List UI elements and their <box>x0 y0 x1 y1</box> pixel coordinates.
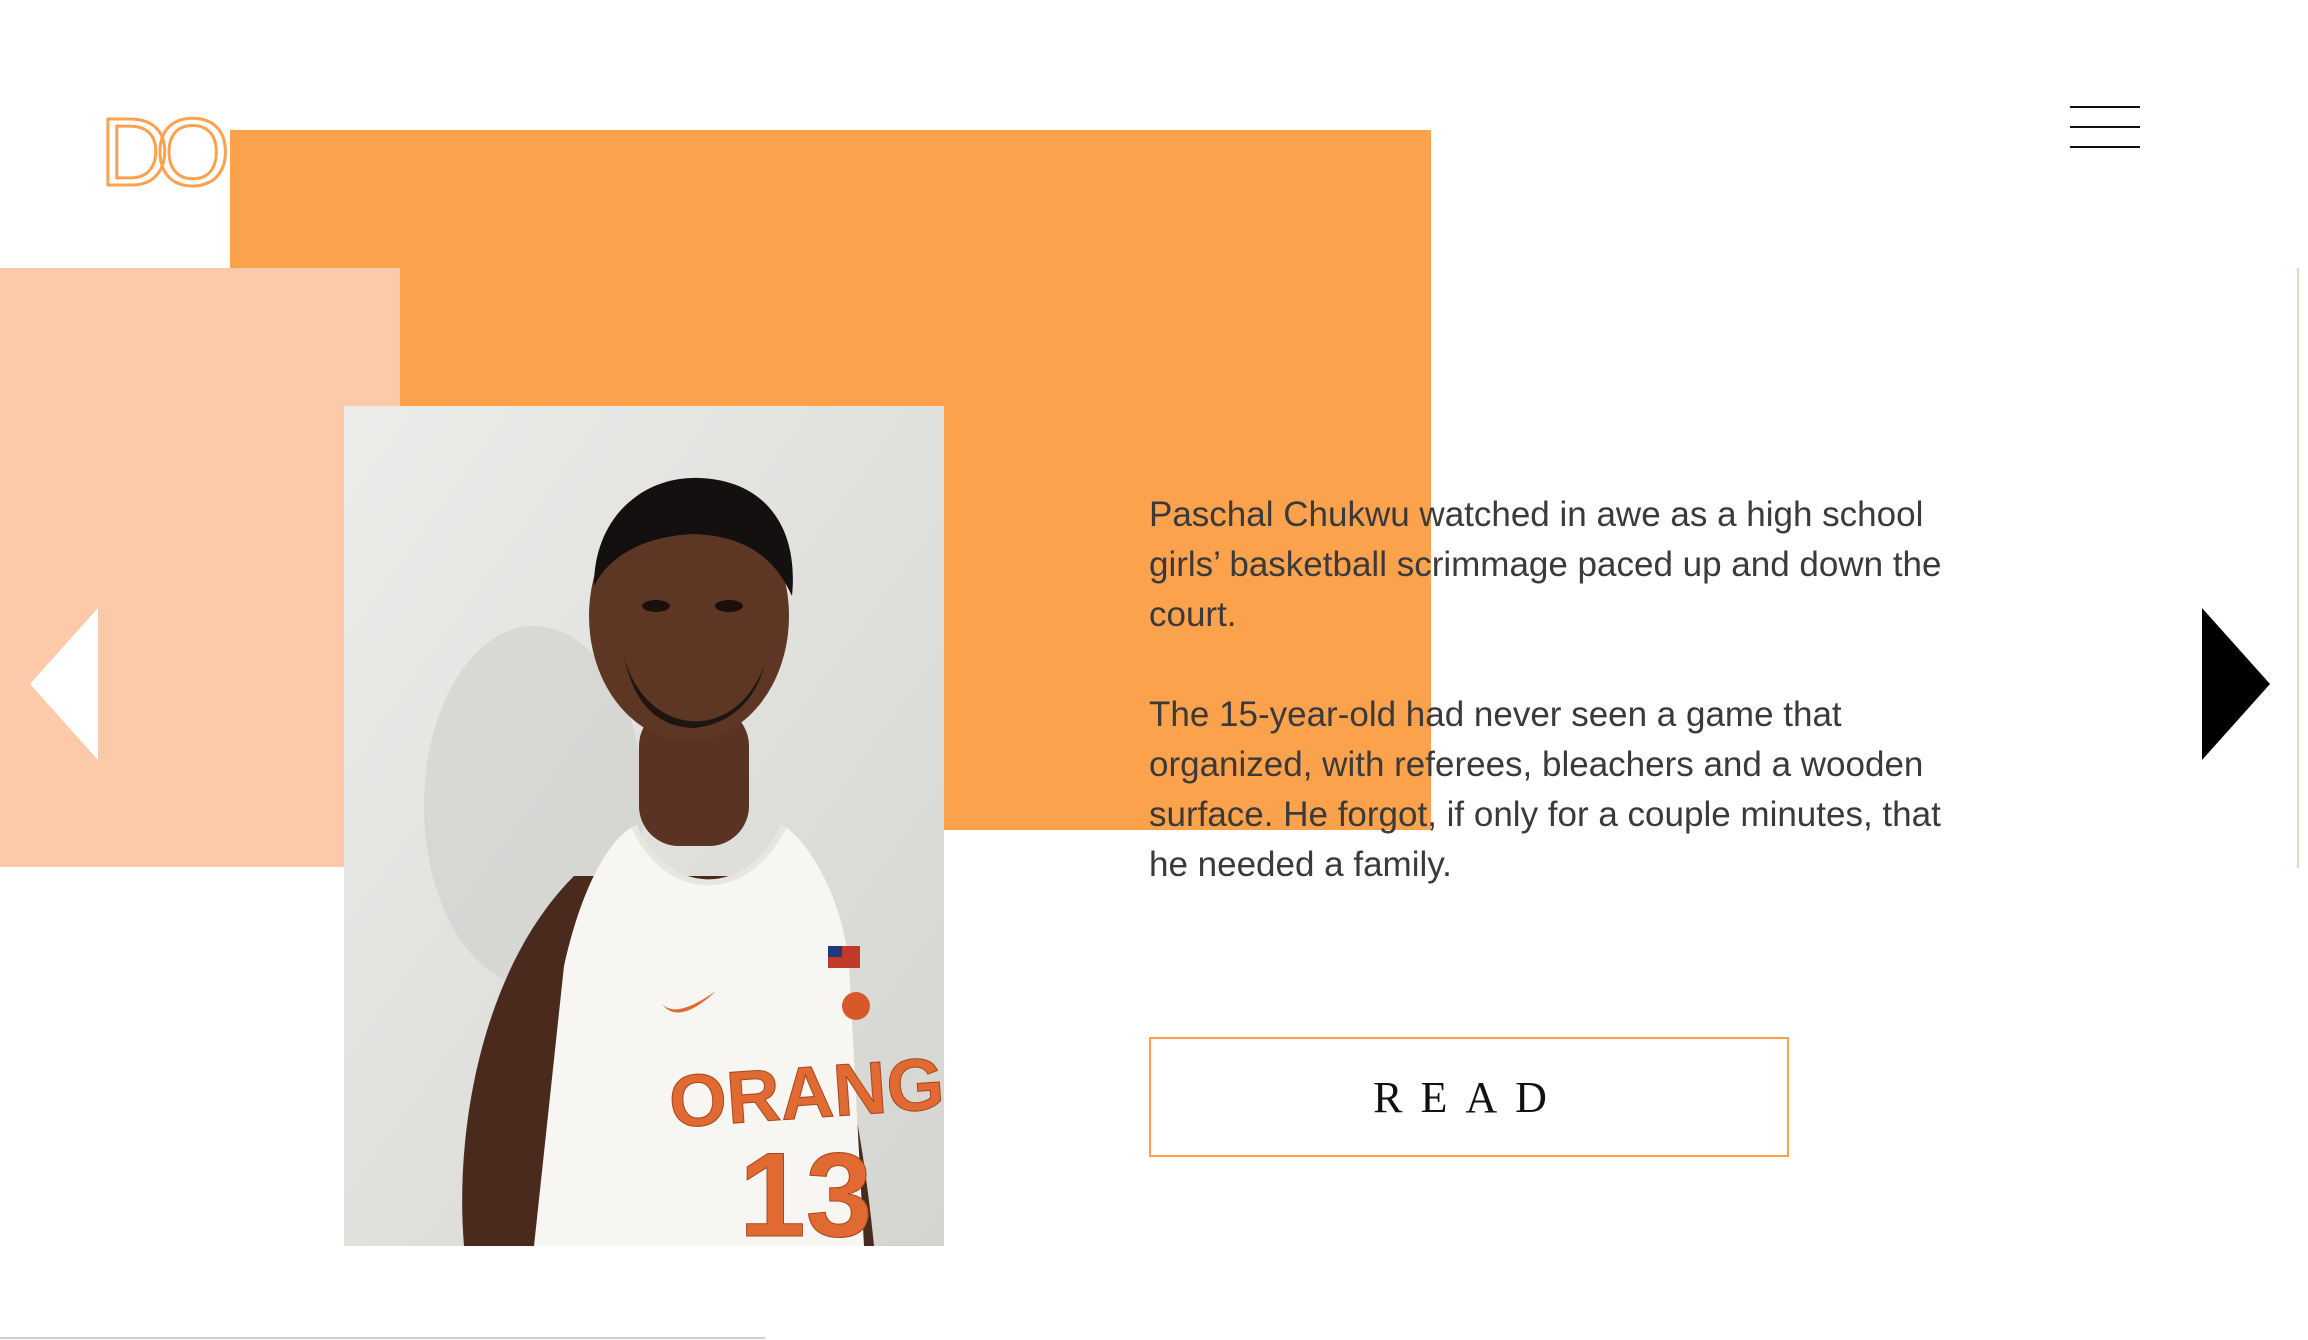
logo-text: DO <box>100 105 226 195</box>
bottom-progress-line <box>0 1337 765 1339</box>
read-button[interactable]: READ <box>1149 1037 1789 1157</box>
peach-accent-block <box>0 268 400 867</box>
article-excerpt: Paschal Chukwu watched in awe as a high … <box>1149 490 1969 940</box>
page-root: DO ORANGE 13 Paschal Chukwu watched in a… <box>0 0 2308 1340</box>
menu-line <box>2070 146 2140 148</box>
jersey-number: 13 <box>739 1128 872 1246</box>
article-paragraph: Paschal Chukwu watched in awe as a high … <box>1149 495 1942 634</box>
menu-line <box>2070 106 2140 108</box>
article-paragraph: The 15-year-old had never seen a game th… <box>1149 695 1941 884</box>
triangle-right-icon[interactable] <box>2202 608 2270 760</box>
right-divider <box>2297 268 2299 868</box>
triangle-left-icon[interactable] <box>30 608 98 760</box>
menu-line <box>2070 126 2140 128</box>
do-logo-icon[interactable]: DO <box>99 98 242 208</box>
player-photo: ORANGE 13 <box>344 406 944 1246</box>
hamburger-menu-icon[interactable] <box>2070 106 2142 150</box>
